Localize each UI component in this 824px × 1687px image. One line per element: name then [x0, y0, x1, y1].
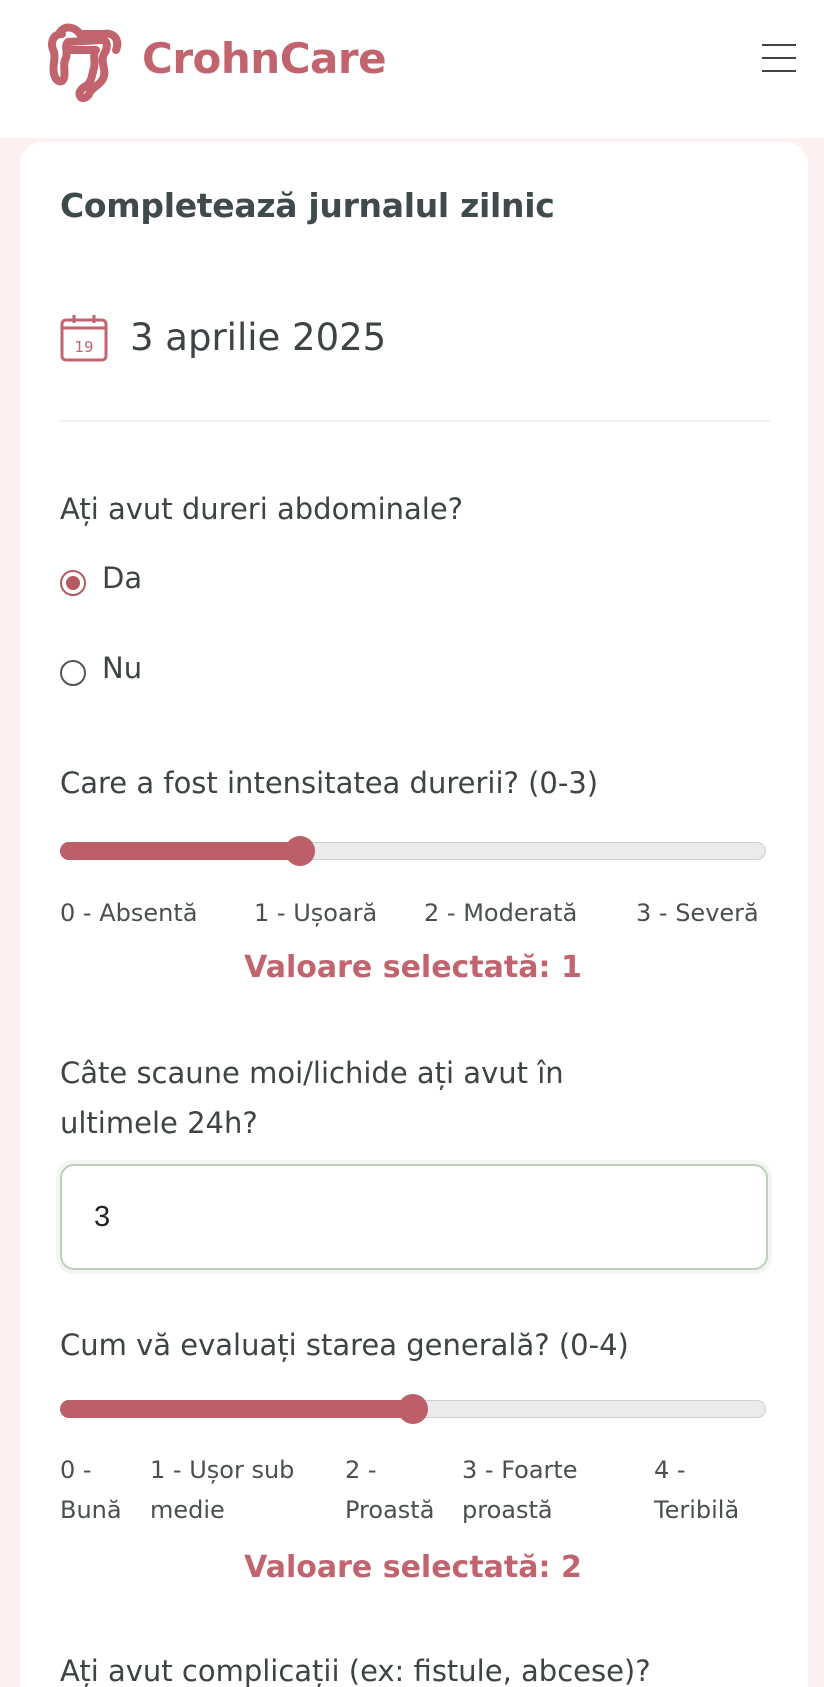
intensity-selected-value: Valoare selectată: 1 [244, 950, 582, 985]
radio-option-nu[interactable]: Nu [60, 650, 142, 686]
scale-label: 2 - Moderată [424, 899, 578, 927]
radio-da-button[interactable] [60, 570, 86, 596]
general-question: Cum vă evaluați starea generală? (0-4) [60, 1328, 629, 1362]
section-divider [60, 420, 770, 422]
selected-date: 3 aprilie 2025 [130, 316, 387, 359]
radio-nu-button[interactable] [60, 660, 86, 686]
stools-count-input[interactable] [60, 1164, 768, 1270]
intensity-slider[interactable] [60, 836, 766, 866]
scale-label: 1 - Ușoară [254, 899, 378, 927]
scale-label: 1 - Ușor sub medie [150, 1456, 295, 1524]
general-selected-value: Valoare selectată: 2 [244, 1550, 582, 1585]
radio-da-label: Da [102, 561, 143, 595]
scale-label: 2 - Proastă [345, 1456, 435, 1524]
hamburger-menu-icon[interactable] [762, 44, 798, 76]
complications-question: Ați avut complicații (ex: fistule, abces… [60, 1654, 651, 1687]
intensity-question: Care a fost intensitatea durerii? (0-3) [60, 766, 599, 800]
slider-thumb[interactable] [398, 1394, 428, 1424]
svg-text:19: 19 [74, 338, 93, 356]
pain-question: Ați avut dureri abdominale? [60, 492, 464, 526]
stools-question-line1: Câte scaune moi/lichide ați avut în [60, 1056, 564, 1090]
radio-nu-label: Nu [102, 651, 143, 685]
scale-label: 0 - Bună [60, 1456, 122, 1524]
scale-label: 0 - Absentă [60, 899, 198, 927]
calendar-icon: 19 [60, 315, 108, 362]
scale-label: 3 - Foarte proastă [462, 1456, 578, 1524]
app-header: CrohnCare [0, 0, 824, 138]
brand-name[interactable]: CrohnCare [142, 34, 387, 83]
slider-fill [60, 1400, 413, 1418]
slider-fill [60, 842, 301, 860]
page-title: Completează jurnalul zilnic [60, 186, 555, 225]
scale-label: 3 - Severă [636, 899, 759, 927]
stools-question-line2: ultimele 24h? [60, 1106, 258, 1140]
intestine-icon[interactable] [46, 20, 124, 104]
scale-label: 4 - Teribilă [654, 1456, 740, 1524]
radio-option-da[interactable]: Da [60, 560, 142, 596]
general-state-slider[interactable] [60, 1394, 766, 1424]
